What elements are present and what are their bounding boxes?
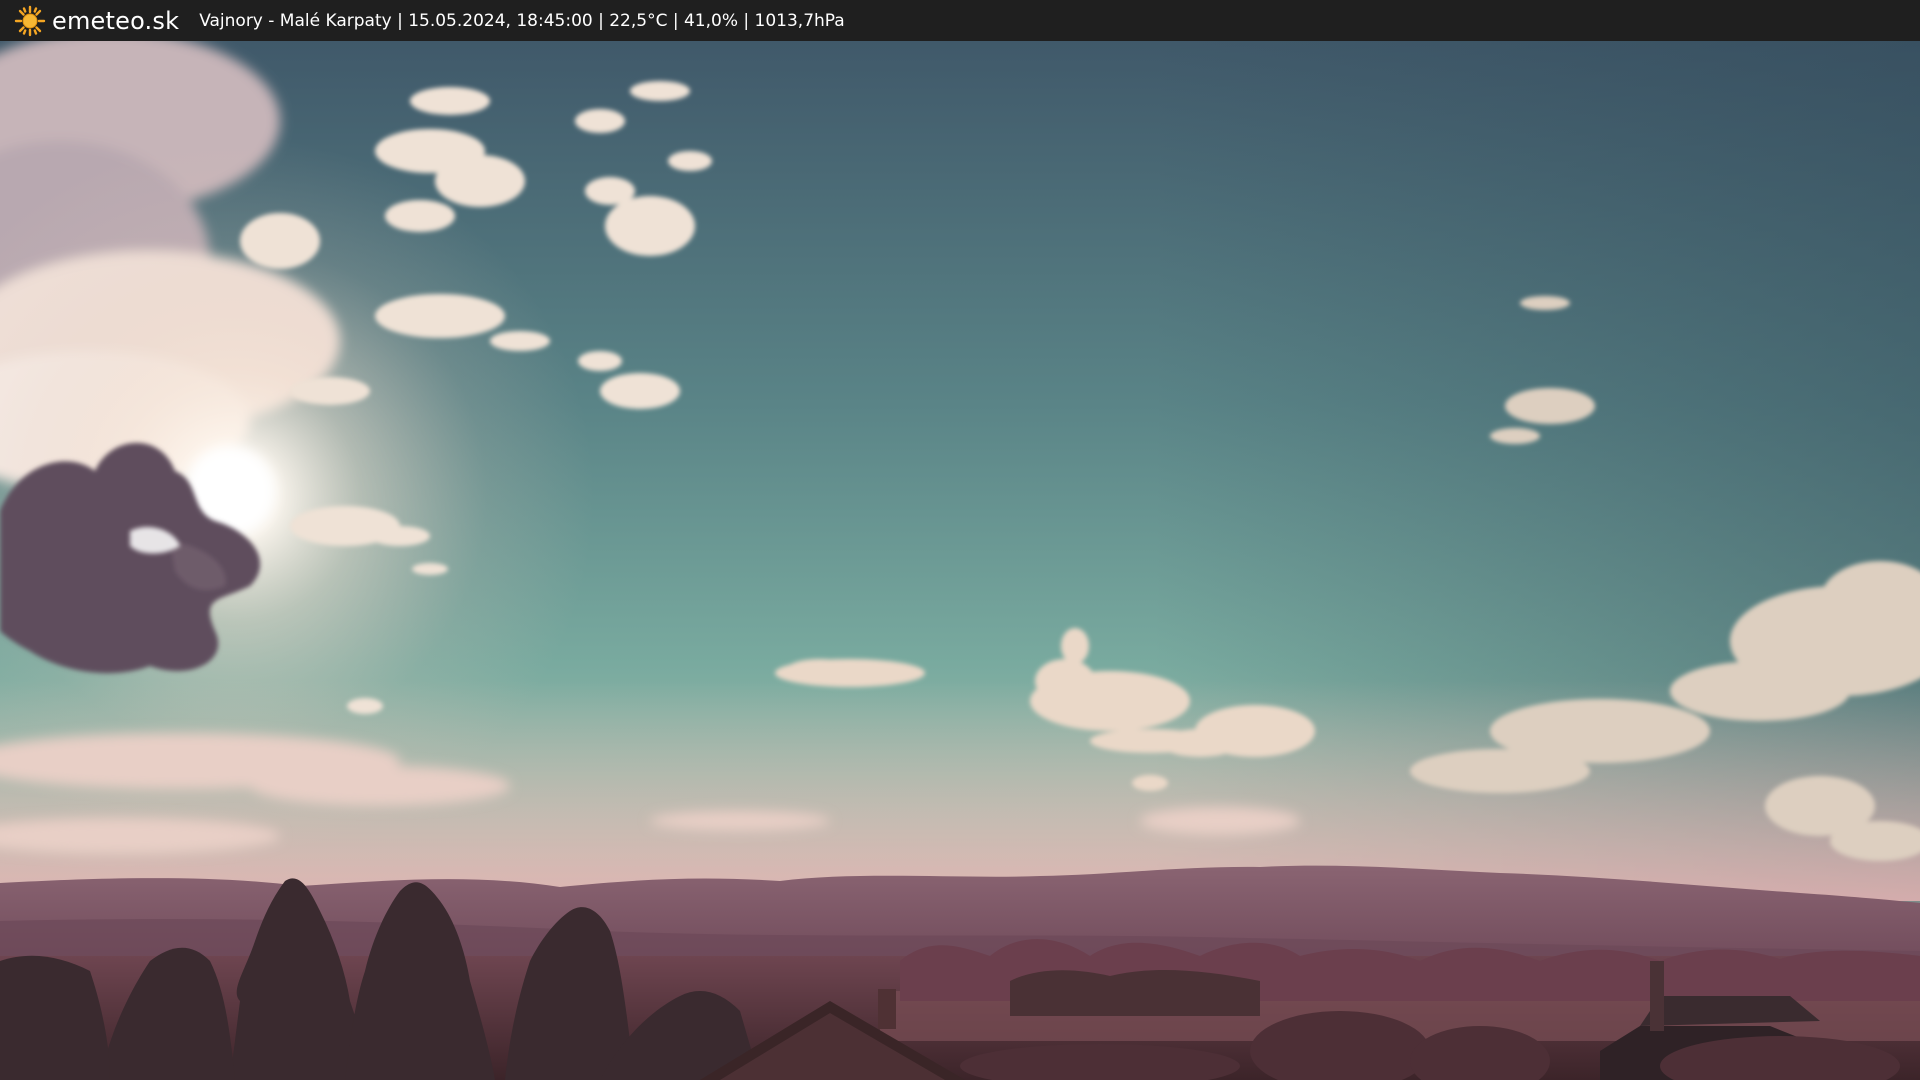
webcam-viewer: emeteo.sk Vajnory - Malé Karpaty | 15.05… [0,0,1920,1080]
webcam-image [0,41,1920,1080]
sun-icon [14,5,46,37]
webcam-header-bar: emeteo.sk Vajnory - Malé Karpaty | 15.05… [0,0,1920,41]
site-brand: emeteo.sk [52,6,180,35]
site-logo[interactable]: emeteo.sk [14,5,179,37]
webcam-caption: Vajnory - Malé Karpaty | 15.05.2024, 18:… [199,10,845,31]
